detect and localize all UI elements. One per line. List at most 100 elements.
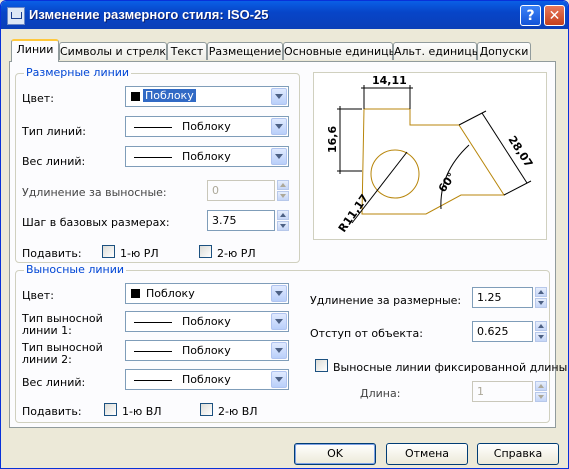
suppress-dim-line-2-label[interactable]: 2-ю РЛ xyxy=(217,247,256,260)
line-preview-icon xyxy=(134,157,172,158)
help-title-button[interactable]: ? xyxy=(520,5,541,26)
window-title: Изменение размерного стиля: ISO-25 xyxy=(29,7,269,22)
dialog-window: Изменение размерного стиля: ISO-25 ? ✕ Л… xyxy=(0,0,569,469)
tab-fit[interactable]: Размещение xyxy=(207,42,283,60)
suppress-dim-line-2-checkbox[interactable] xyxy=(199,245,212,258)
app-icon xyxy=(7,7,25,25)
ext-lineweight-select[interactable]: Поблоку xyxy=(125,369,289,390)
spinner-up-icon[interactable] xyxy=(535,321,547,331)
dim-baseline-input[interactable]: 3.75 xyxy=(207,210,275,231)
length-input[interactable]: 1 xyxy=(472,381,533,402)
spinner-down-icon[interactable] xyxy=(277,221,289,231)
dim-color-value: Поблоку xyxy=(143,89,196,102)
dim-suppress-label: Подавить: xyxy=(22,247,82,260)
dim-lines-group: Размерные линии Цвет: Поблоку Тип линий:… xyxy=(15,66,300,263)
dim-color-label: Цвет: xyxy=(22,92,54,105)
suppress-ext-line-2-checkbox[interactable] xyxy=(200,403,213,416)
dimension-preview: 14,11 16,6 28,07 60° R11,17 xyxy=(326,74,535,235)
suppress-ext-line-1-label[interactable]: 1-ю ВЛ xyxy=(122,405,162,418)
tab-lines[interactable]: Линии xyxy=(11,39,59,62)
ok-button[interactable]: OK xyxy=(294,443,376,465)
line-preview-icon xyxy=(134,322,172,323)
suppress-ext-line-2-label[interactable]: 2-ю ВЛ xyxy=(218,405,258,418)
ext-linetype1-value: Поблоку xyxy=(182,315,231,328)
ext-linetype1-select[interactable]: Поблоку xyxy=(125,311,289,332)
spinner-down-icon[interactable] xyxy=(535,298,547,308)
spinner-down-icon[interactable] xyxy=(535,332,547,342)
cancel-button[interactable]: Отмена xyxy=(386,443,468,465)
spinner-up-icon[interactable] xyxy=(277,180,289,190)
length-label: Длина: xyxy=(360,387,401,400)
spinner-buttons xyxy=(277,180,289,201)
ext-color-select[interactable]: Поблоку xyxy=(125,283,289,304)
chevron-down-icon[interactable] xyxy=(271,88,287,105)
dim-lineweight-select[interactable]: Поблоку xyxy=(125,146,289,167)
chevron-down-icon[interactable] xyxy=(271,371,287,388)
tab-primary-units[interactable]: Основные единицы xyxy=(283,42,397,60)
chevron-down-icon[interactable] xyxy=(271,342,287,359)
chevron-down-icon[interactable] xyxy=(271,313,287,330)
ext-suppress-label: Подавить: xyxy=(22,405,82,418)
ext-offset-spinner[interactable]: 0.625 xyxy=(472,321,547,342)
tab-symbols-arrows[interactable]: Символы и стрелки xyxy=(59,42,173,60)
suppress-dim-line-1-checkbox[interactable] xyxy=(102,245,115,258)
suppress-dim-line-1-label[interactable]: 1-ю РЛ xyxy=(120,247,159,260)
line-preview-icon xyxy=(134,127,172,128)
ext-extend-spinner[interactable]: 1.25 xyxy=(472,287,547,308)
ext-extend-label: Удлинение за размерные: xyxy=(310,294,462,307)
ext-lineweight-value: Поблоку xyxy=(182,373,231,386)
ext-lines-title: Выносные линии xyxy=(24,263,127,276)
preview-ext-line xyxy=(503,180,532,196)
help-button[interactable]: Справка xyxy=(477,443,559,465)
chevron-down-icon[interactable] xyxy=(271,285,287,302)
dim-baseline-spinner[interactable]: 3.75 xyxy=(207,210,289,231)
spinner-up-icon[interactable] xyxy=(535,381,547,391)
close-button[interactable]: ✕ xyxy=(544,5,565,26)
title-bar[interactable]: Изменение размерного стиля: ISO-25 ? ✕ xyxy=(1,1,568,29)
dim-extend-spinner[interactable]: 0 xyxy=(207,180,289,201)
tab-text[interactable]: Текст xyxy=(167,42,207,60)
line-preview-icon xyxy=(134,380,172,381)
ext-linetype1-label-b: линии 1: xyxy=(22,324,72,337)
dim-baseline-label: Шаг в базовых размерах: xyxy=(22,216,170,229)
tab-panel: Размерные линии Цвет: Поблоку Тип линий:… xyxy=(9,61,567,428)
dim-color-select[interactable]: Поблоку xyxy=(125,86,289,107)
ext-offset-input[interactable]: 0.625 xyxy=(472,321,533,342)
tab-alternate-units[interactable]: Альт. единицы xyxy=(393,42,480,60)
ext-lines-group: Выносные линии Цвет: Поблоку Тип выносно… xyxy=(15,263,567,423)
spinner-buttons xyxy=(277,210,289,231)
dim-linetype-select[interactable]: Поблоку xyxy=(125,116,289,137)
preview-dim-right: 28,07 xyxy=(505,134,535,170)
spinner-buttons xyxy=(535,381,547,402)
ext-linetype2-label-b: линии 2: xyxy=(22,353,72,366)
color-swatch-icon xyxy=(131,289,140,298)
fixed-length-checkbox[interactable] xyxy=(315,359,328,372)
spinner-buttons xyxy=(535,287,547,308)
ext-color-value: Поблоку xyxy=(146,287,195,300)
chevron-down-icon[interactable] xyxy=(271,118,287,135)
tab-tolerances[interactable]: Допуски xyxy=(477,42,531,60)
ext-linetype2-select[interactable]: Поблоку xyxy=(125,340,289,361)
spinner-down-icon[interactable] xyxy=(535,392,547,402)
color-swatch-icon xyxy=(131,92,140,101)
length-spinner[interactable]: 1 xyxy=(472,381,547,402)
spinner-buttons xyxy=(535,321,547,342)
chevron-down-icon[interactable] xyxy=(271,148,287,165)
ext-lineweight-label: Вес линий: xyxy=(22,376,86,389)
preview-part-outline xyxy=(361,108,505,215)
preview-pane: 14,11 16,6 28,07 60° R11,17 xyxy=(313,72,547,240)
preview-dim-angle: 60° xyxy=(436,170,459,195)
dim-extend-input[interactable]: 0 xyxy=(207,180,275,201)
dim-lineweight-label: Вес линий: xyxy=(22,155,86,168)
preview-hole xyxy=(370,149,420,199)
spinner-up-icon[interactable] xyxy=(277,210,289,220)
ext-offset-label: Отступ от объекта: xyxy=(310,327,423,340)
preview-dim-top: 14,11 xyxy=(372,74,407,87)
dim-extend-label: Удлинение за выносные: xyxy=(22,186,167,199)
suppress-ext-line-1-checkbox[interactable] xyxy=(104,403,117,416)
spinner-up-icon[interactable] xyxy=(535,287,547,297)
spinner-down-icon[interactable] xyxy=(277,191,289,201)
ext-extend-input[interactable]: 1.25 xyxy=(472,287,533,308)
ext-color-label: Цвет: xyxy=(22,289,54,302)
fixed-length-label[interactable]: Выносные линии фиксированной длины xyxy=(333,361,567,374)
